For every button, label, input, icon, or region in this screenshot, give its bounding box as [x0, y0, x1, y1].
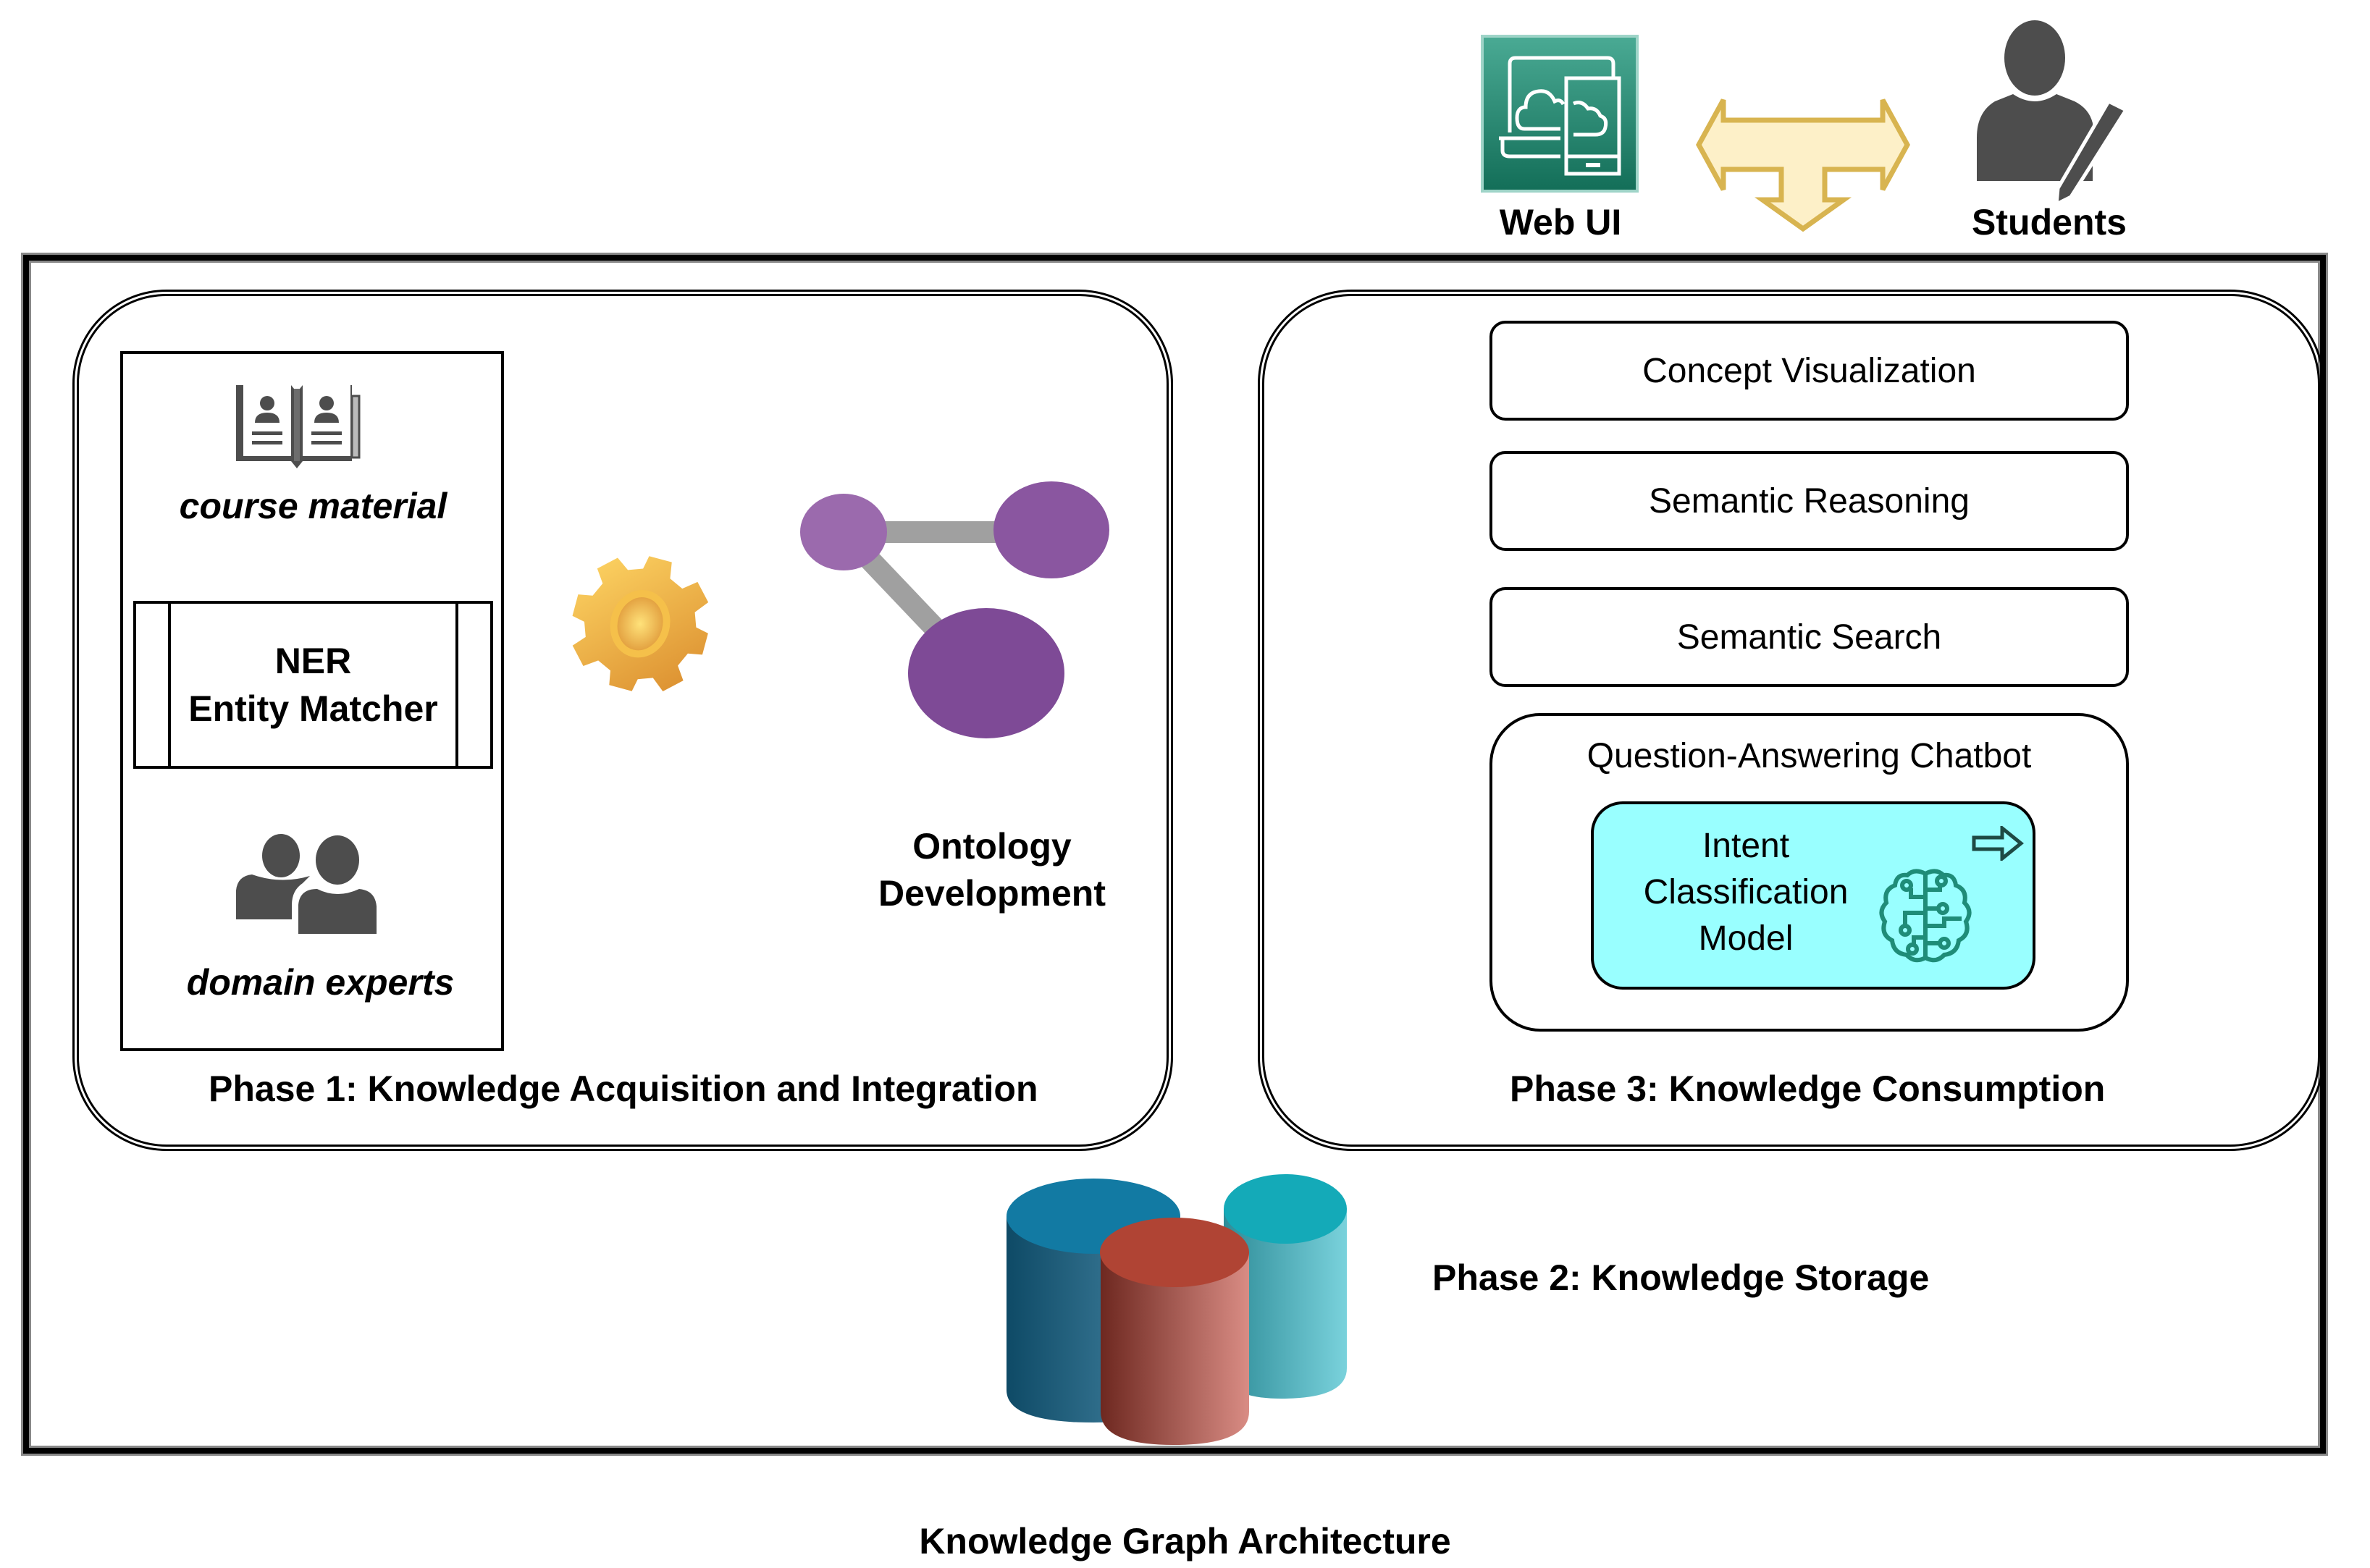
graph-nodes-icon — [797, 463, 1130, 811]
people-icon — [230, 825, 382, 941]
intent-model-box: Intent Classification Model — [1591, 801, 2035, 990]
semantic-search-box: Semantic Search — [1489, 587, 2129, 687]
graph-node — [800, 494, 887, 570]
graph-node — [908, 608, 1064, 738]
gear-icon — [565, 539, 724, 699]
intent-label: Intent — [1702, 827, 1790, 865]
entity-matcher-label: Entity Matcher — [188, 688, 438, 729]
graph-node — [993, 481, 1109, 578]
ner-label: NER — [274, 641, 352, 681]
phase2-title: Phase 2: Knowledge Storage — [1432, 1257, 1930, 1298]
ontology-label: Ontology — [912, 826, 1072, 867]
concept-visualization-box: Concept Visualization — [1489, 321, 2129, 421]
ai-brain-icon — [1875, 868, 1976, 965]
web-ui-label: Web UI — [1499, 202, 1622, 243]
process-bar-left — [136, 604, 171, 766]
figure-caption: Knowledge Graph Architecture — [919, 1521, 1451, 1561]
open-book-icon — [230, 371, 364, 472]
model-label: Model — [1698, 919, 1794, 958]
domain-experts-label: domain experts — [186, 962, 455, 1003]
ner-entity-matcher-box: NER Entity Matcher — [133, 601, 493, 769]
classification-label: Classification — [1643, 873, 1849, 911]
development-label: Development — [878, 873, 1106, 914]
process-bar-right — [455, 604, 490, 766]
course-material-label: course material — [179, 486, 447, 526]
phase3-title: Phase 3: Knowledge Consumption — [1510, 1068, 2106, 1109]
phase1-title: Phase 1: Knowledge Acquisition and Integ… — [209, 1068, 1038, 1109]
database-cylinders-icon — [1007, 1173, 1398, 1448]
web-ui-icon — [1481, 35, 1639, 193]
semantic-reasoning-box: Semantic Reasoning — [1489, 451, 2129, 551]
student-writing-icon — [1955, 14, 2143, 208]
three-way-arrow-icon — [1694, 94, 1912, 232]
arrow-right-icon — [1972, 824, 2024, 863]
chatbot-title: Question-Answering Chatbot — [1587, 737, 2032, 775]
students-label: Students — [1972, 202, 2127, 243]
